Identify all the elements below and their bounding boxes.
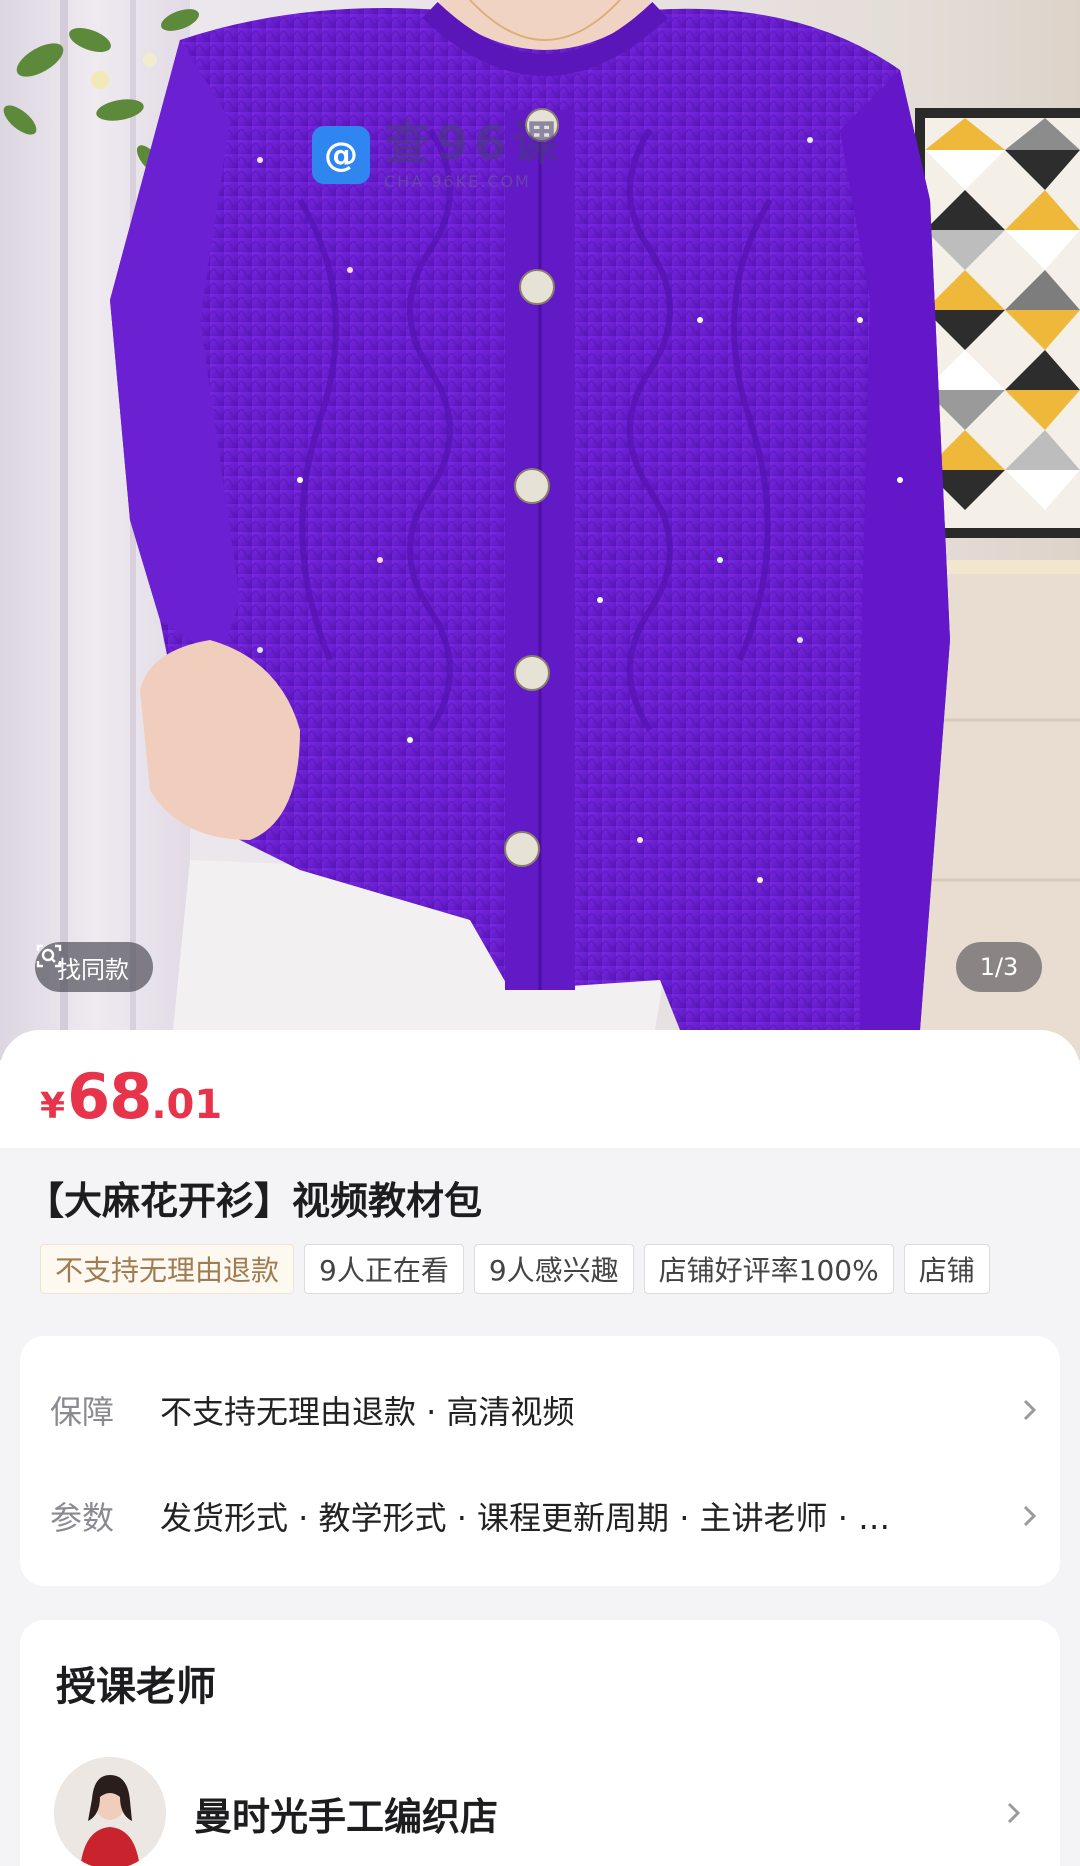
chevron-right-icon (1000, 1502, 1060, 1530)
tag-interested: 9人感兴趣 (473, 1244, 634, 1294)
tag-viewing: 9人正在看 (304, 1244, 464, 1294)
params-key: 参数 (50, 1499, 115, 1537)
price: ¥ 68 .01 (40, 1060, 222, 1133)
product-info-panel: ¥ 68 .01 【大麻花开衫】视频教材包 不支持无理由退款 9人正在看 9人感… (0, 1030, 1080, 1866)
teacher-row[interactable]: 曼时光手工编织店 (54, 1757, 1044, 1866)
chevron-right-icon (984, 1799, 1044, 1827)
watermark-logo-icon: @ (312, 125, 370, 184)
guarantee-row[interactable]: 保障 不支持无理由退款 · 高清视频 (20, 1380, 1060, 1440)
watermark-text: 查96课 (384, 116, 565, 170)
tag-list: 不支持无理由退款 9人正在看 9人感兴趣 店铺好评率100% 店铺 (40, 1244, 1040, 1296)
tag-no-return: 不支持无理由退款 (40, 1244, 295, 1294)
teacher-card: 授课老师 曼时光手工编织店 (20, 1620, 1060, 1866)
product-detail-page: @ 查96课 CHA 96KE.COM 找同款 1/3 ¥ 68 .01 【大麻… (0, 0, 1080, 1866)
find-same-button[interactable]: 找同款 (35, 942, 153, 992)
price-decimal: .01 (151, 1082, 223, 1128)
price-integer: 68 (67, 1060, 152, 1133)
guarantee-key: 保障 (50, 1393, 115, 1431)
teacher-name: 曼时光手工编织店 (194, 1794, 499, 1839)
tag-store: 店铺 (903, 1244, 990, 1294)
price-header: ¥ 68 .01 (0, 1030, 1080, 1148)
find-same-label: 找同款 (57, 955, 129, 984)
watermark: @ 查96课 CHA 96KE.COM (312, 118, 564, 191)
image-search-icon (36, 944, 62, 968)
product-title: 【大麻花开衫】视频教材包 (26, 1179, 483, 1223)
chevron-right-icon (1000, 1396, 1060, 1424)
teacher-section-title: 授课老师 (56, 1664, 216, 1710)
service-info-card: 保障 不支持无理由退款 · 高清视频 参数 发货形式 · 教学形式 · 课程更新… (20, 1336, 1060, 1586)
avatar[interactable] (54, 1757, 166, 1866)
params-value: 发货形式 · 教学形式 · 课程更新周期 · 主讲老师 · … (160, 1499, 891, 1537)
product-image-gallery[interactable]: @ 查96课 CHA 96KE.COM 找同款 1/3 (0, 0, 1080, 1060)
tag-store-rating: 店铺好评率100% (643, 1244, 894, 1294)
page-indicator: 1/3 (956, 942, 1042, 992)
guarantee-value: 不支持无理由退款 · 高清视频 (160, 1393, 575, 1431)
params-row[interactable]: 参数 发货形式 · 教学形式 · 课程更新周期 · 主讲老师 · … (20, 1486, 1060, 1546)
price-symbol: ¥ (40, 1086, 66, 1127)
watermark-url: CHA 96KE.COM (384, 172, 531, 191)
